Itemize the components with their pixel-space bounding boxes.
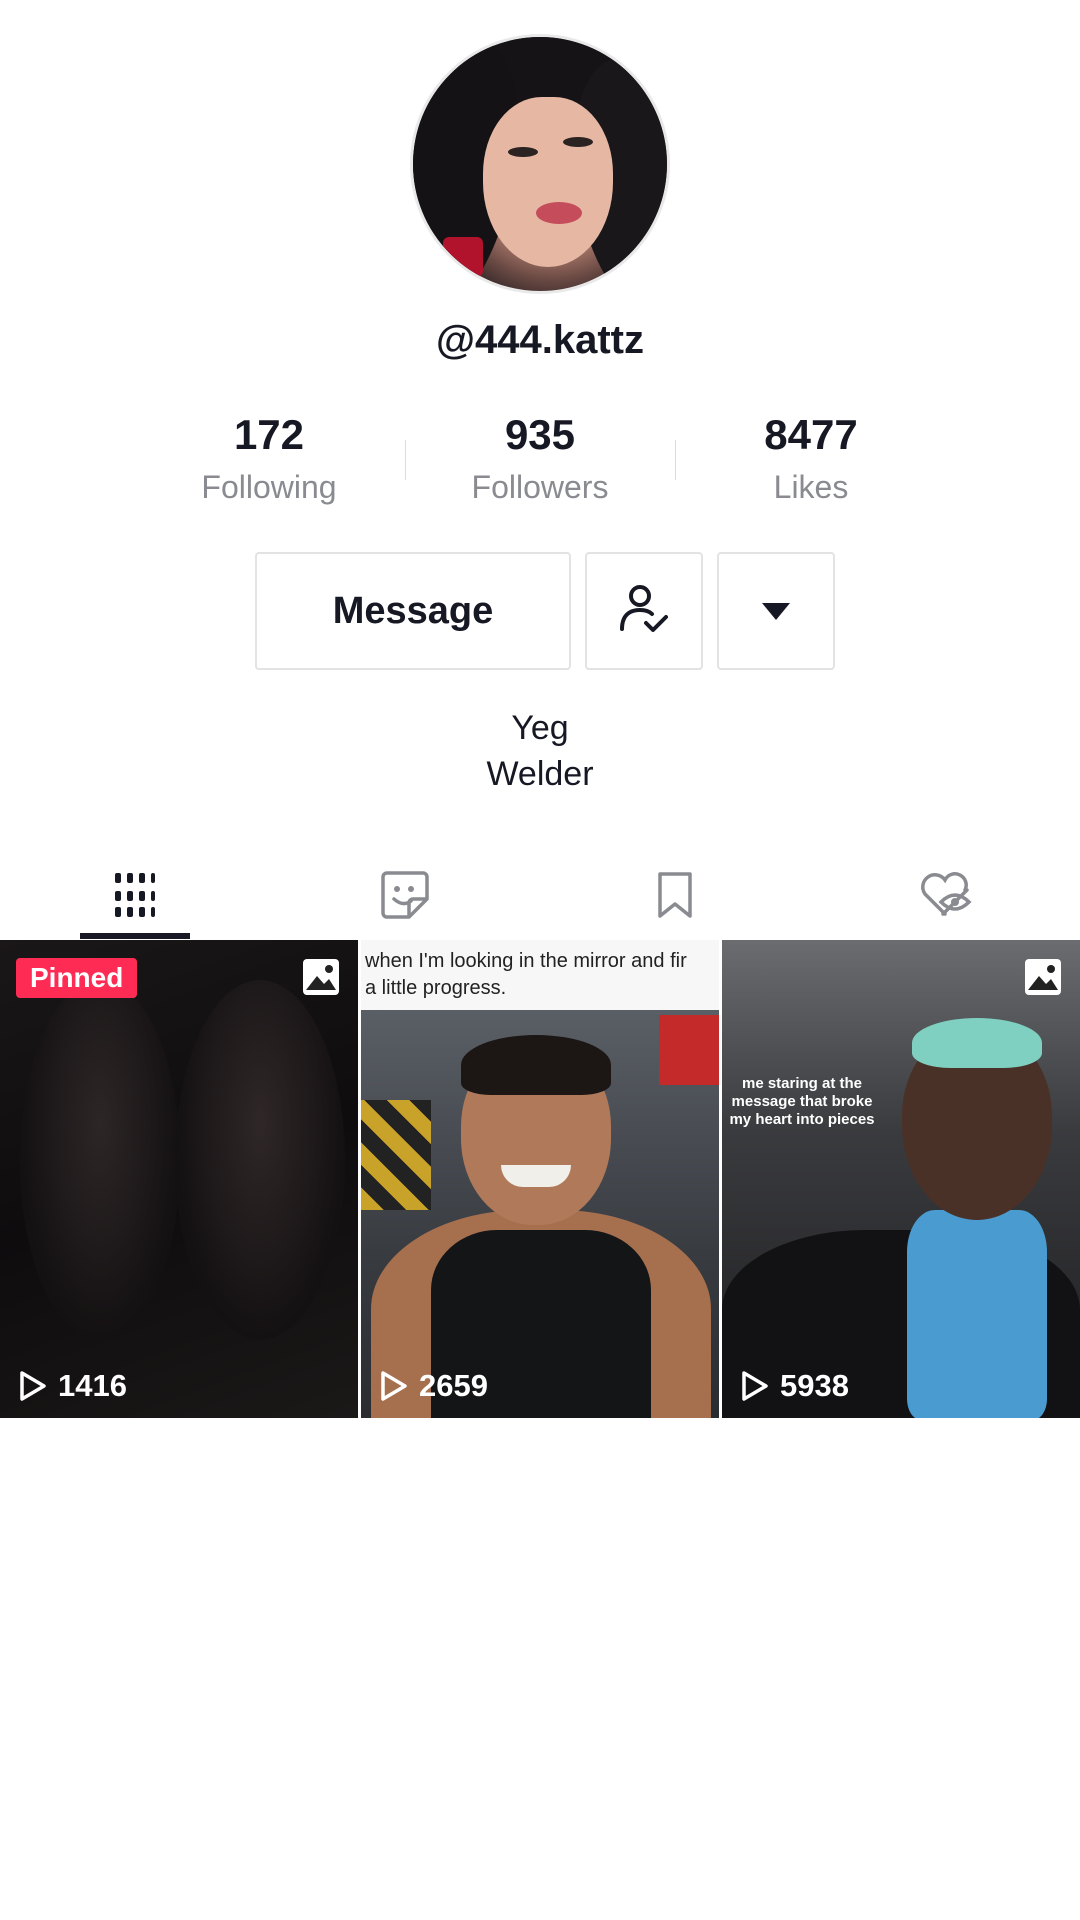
view-count-value: 2659 xyxy=(419,1368,488,1403)
stat-likes[interactable]: 8477 Likes xyxy=(676,405,946,506)
message-button[interactable]: Message xyxy=(255,552,571,670)
stat-following[interactable]: 172 Following xyxy=(134,405,404,506)
video-tile[interactable]: when I'm looking in the mirror and fir a… xyxy=(361,940,719,1418)
likes-count: 8477 xyxy=(764,411,858,458)
bio: Yeg Welder xyxy=(0,705,1080,797)
grid-icon xyxy=(115,873,155,917)
tab-liked[interactable] xyxy=(810,850,1080,940)
more-options-button[interactable] xyxy=(717,552,835,670)
bio-line: Yeg xyxy=(511,709,569,747)
stat-divider xyxy=(405,440,406,480)
profile-page: @444.kattz 172 Following 935 Followers 8… xyxy=(0,0,1080,1920)
play-icon xyxy=(381,1371,407,1401)
video-tile[interactable]: me staring at the message that broke my … xyxy=(722,940,1080,1418)
sticker-icon xyxy=(381,871,429,919)
username: @444.kattz xyxy=(436,318,644,362)
following-status-button[interactable] xyxy=(585,552,703,670)
chevron-down-icon xyxy=(762,602,790,620)
view-count-value: 5938 xyxy=(780,1368,849,1403)
video-tile[interactable]: Pinned 1416 xyxy=(0,940,358,1418)
following-label: Following xyxy=(201,469,337,505)
likes-label: Likes xyxy=(773,469,849,505)
play-icon xyxy=(20,1371,46,1401)
play-icon xyxy=(742,1371,768,1401)
profile-stats: 172 Following 935 Followers 8477 Likes xyxy=(0,405,1080,515)
view-count: 5938 xyxy=(740,1368,849,1404)
followers-count: 935 xyxy=(504,411,576,458)
following-count: 172 xyxy=(233,411,305,458)
stat-followers[interactable]: 935 Followers xyxy=(405,405,675,506)
view-count: 1416 xyxy=(18,1368,127,1404)
video-caption: when I'm looking in the mirror and fir a… xyxy=(365,948,715,1002)
tab-videos[interactable] xyxy=(0,850,270,940)
view-count-value: 1416 xyxy=(58,1368,127,1403)
bookmark-icon xyxy=(658,872,692,918)
avatar[interactable] xyxy=(410,34,670,294)
liked-hidden-icon xyxy=(921,872,972,916)
user-check-icon xyxy=(620,585,668,632)
photo-icon xyxy=(303,959,339,995)
tab-indicator xyxy=(80,933,190,939)
tab-stickers[interactable] xyxy=(270,850,540,940)
stat-divider xyxy=(675,440,676,480)
profile-tabs xyxy=(0,850,1080,940)
video-caption: me staring at the message that broke my … xyxy=(729,1075,875,1128)
followers-label: Followers xyxy=(471,469,609,505)
photo-icon xyxy=(1025,959,1061,995)
tab-favorites[interactable] xyxy=(540,850,810,940)
pinned-badge: Pinned xyxy=(16,958,138,998)
caption-line: when I'm looking in the mirror and fir a… xyxy=(365,950,687,999)
bio-line: Welder xyxy=(486,755,594,793)
view-count: 2659 xyxy=(379,1368,488,1404)
video-grid: Pinned 1416 when I'm looking in the mirr… xyxy=(0,940,1080,1418)
